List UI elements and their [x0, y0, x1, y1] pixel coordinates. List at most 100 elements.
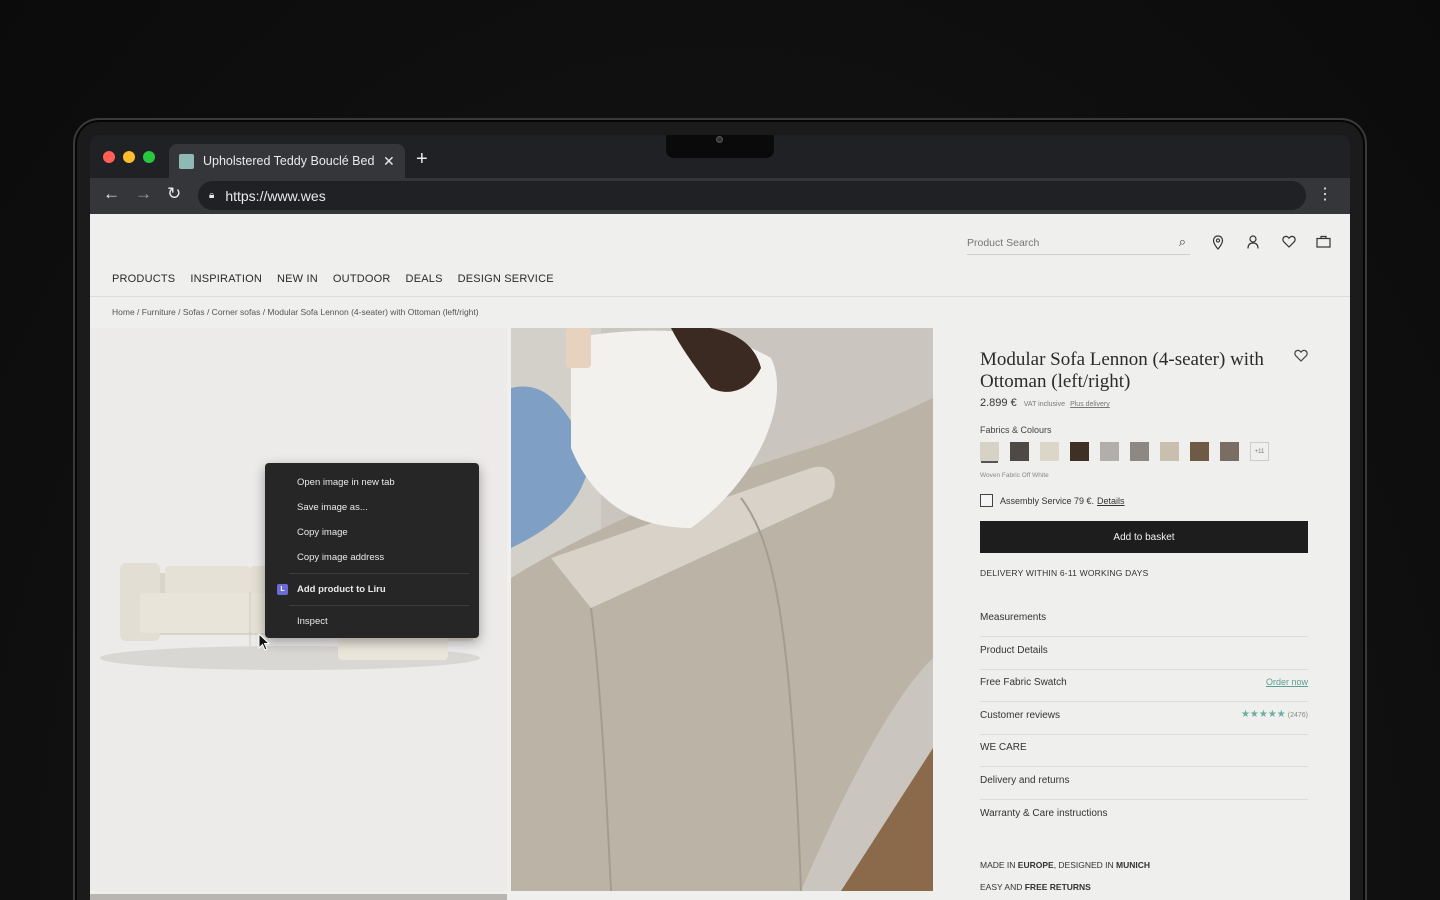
- browser-tab[interactable]: Upholstered Teddy Bouclé Bed ✕: [169, 144, 405, 178]
- browser-window: Upholstered Teddy Bouclé Bed ✕ + ← → ↻ 🔒…: [90, 135, 1350, 900]
- breadcrumb[interactable]: Home / Furniture / Sofas / Corner sofas …: [112, 307, 479, 317]
- star-icons: ★★★★★: [1240, 709, 1286, 720]
- search-icon[interactable]: ⌕: [1179, 234, 1186, 250]
- product-image-thumbnail[interactable]: [90, 894, 507, 900]
- made-in-region: EUROPE: [1017, 860, 1054, 870]
- wishlist-icon[interactable]: [1282, 235, 1296, 248]
- address-bar[interactable]: 🔒︎ https://www.wes: [198, 181, 1306, 210]
- header-divider: [90, 296, 1350, 297]
- accordion-label: Product Details: [980, 645, 1048, 656]
- basket-icon[interactable]: [1316, 235, 1331, 248]
- fabric-swatch[interactable]: [1160, 442, 1179, 461]
- vat-note: VAT inclusive: [1023, 401, 1066, 408]
- search-input[interactable]: [967, 233, 1157, 253]
- nav-new-in[interactable]: NEW IN: [277, 273, 318, 285]
- tab-title: Upholstered Teddy Bouclé Bed: [203, 154, 375, 168]
- menu-inspect[interactable]: Inspect: [265, 609, 479, 634]
- designed-in-city: MUNICH: [1116, 860, 1151, 870]
- product-title: Modular Sofa Lennon (4-seater) with Otto…: [980, 349, 1264, 392]
- free-returns-text: FREE RETURNS: [1024, 882, 1091, 892]
- fabric-swatch[interactable]: [1070, 442, 1089, 461]
- menu-separator: [289, 573, 469, 574]
- fabric-swatches: +11: [980, 442, 1269, 461]
- nav-products[interactable]: PRODUCTS: [112, 273, 175, 285]
- selected-fabric-name: Woven Fabric Off White: [980, 472, 1049, 479]
- review-count: (2476): [1287, 712, 1308, 719]
- price: 2.899 €: [980, 397, 1017, 409]
- accordion-label: Delivery and returns: [980, 775, 1070, 786]
- menu-copy-image-address[interactable]: Copy image address: [265, 545, 479, 570]
- nav-inspiration[interactable]: INSPIRATION: [190, 273, 262, 285]
- designed-in-text: , DESIGNED IN: [1053, 860, 1117, 870]
- assembly-service-option: Assembly Service 79 €. Details: [980, 494, 1125, 507]
- more-swatches-button[interactable]: +11: [1250, 442, 1269, 461]
- nav-deals[interactable]: DEALS: [406, 273, 443, 285]
- product-image-main[interactable]: Open image in new tab Save image as... C…: [90, 328, 507, 891]
- context-menu: Open image in new tab Save image as... C…: [265, 463, 479, 638]
- add-to-basket-button[interactable]: Add to basket: [980, 521, 1308, 553]
- assembly-label: Assembly Service 79 €.: [1000, 495, 1095, 506]
- accordion-label: Free Fabric Swatch: [980, 677, 1067, 688]
- product-wishlist-icon[interactable]: [1294, 349, 1308, 362]
- rating-stars: ★★★★★ (2476): [1241, 709, 1308, 720]
- menu-save-image-as[interactable]: Save image as...: [265, 495, 479, 520]
- accordion-label: Customer reviews: [980, 710, 1061, 721]
- returns-note: EASY AND FREE RETURNS: [980, 882, 1091, 892]
- accordion-label: Measurements: [980, 612, 1047, 623]
- back-icon[interactable]: ←: [103, 184, 120, 204]
- assembly-details-link[interactable]: Details: [1097, 496, 1125, 506]
- menu-add-product-to-liru[interactable]: L Add product to Liru: [265, 577, 479, 602]
- fabric-swatch[interactable]: [1010, 442, 1029, 461]
- favicon-icon: [179, 153, 194, 169]
- accordion-delivery-returns[interactable]: Delivery and returns: [980, 768, 1308, 800]
- menu-separator: [289, 605, 469, 606]
- easy-returns-text: EASY AND: [980, 882, 1025, 892]
- browser-toolbar: ← → ↻ 🔒︎ https://www.wes ⋮: [90, 178, 1350, 214]
- product-search: ⌕: [967, 233, 1190, 255]
- fabric-swatch[interactable]: [980, 442, 999, 461]
- minimize-window-button[interactable]: [123, 151, 135, 163]
- accordion-warranty[interactable]: Warranty & Care instructions: [980, 801, 1308, 833]
- close-tab-icon[interactable]: ✕: [383, 153, 395, 170]
- fabric-swatch[interactable]: [1100, 442, 1119, 461]
- assembly-checkbox[interactable]: [980, 494, 993, 507]
- price-line: 2.899 € VAT inclusive Plus delivery: [980, 397, 1110, 409]
- user-icon[interactable]: [1247, 235, 1259, 249]
- menu-open-image-new-tab[interactable]: Open image in new tab: [265, 470, 479, 495]
- menu-copy-image[interactable]: Copy image: [265, 520, 479, 545]
- accordion-product-details[interactable]: Product Details: [980, 638, 1308, 670]
- location-pin-icon[interactable]: [1212, 235, 1224, 250]
- fabric-swatch[interactable]: [1040, 442, 1059, 461]
- liru-extension-icon: L: [277, 584, 288, 595]
- accordion-label: Warranty & Care instructions: [980, 808, 1108, 819]
- made-in-note: MADE IN EUROPE, DESIGNED IN MUNICH: [980, 860, 1150, 870]
- main-navigation: PRODUCTS INSPIRATION NEW IN OUTDOOR DEAL…: [112, 273, 554, 285]
- order-now-link[interactable]: Order now: [1266, 677, 1308, 687]
- nav-design-service[interactable]: DESIGN SERVICE: [458, 273, 554, 285]
- fabric-swatch[interactable]: [1190, 442, 1209, 461]
- forward-icon[interactable]: →: [135, 184, 152, 204]
- accordion-free-fabric-swatch[interactable]: Free Fabric Swatch Order now: [980, 670, 1308, 702]
- camera-icon: [716, 136, 723, 143]
- accordion-we-care[interactable]: WE CARE: [980, 735, 1308, 767]
- web-page: ⌕ PRODUCTS INSPIRATION NEW IN OUTDOOR DE…: [90, 214, 1350, 900]
- plus-delivery-link[interactable]: Plus delivery: [1070, 401, 1110, 408]
- lock-icon: 🔒︎: [209, 190, 215, 201]
- reload-icon[interactable]: ↻: [167, 184, 181, 204]
- maximize-window-button[interactable]: [143, 151, 155, 163]
- fabric-swatch[interactable]: [1130, 442, 1149, 461]
- browser-menu-icon[interactable]: ⋮: [1317, 184, 1333, 204]
- lifestyle-photo: [511, 328, 933, 891]
- accordion-label: WE CARE: [980, 742, 1027, 753]
- product-image-lifestyle[interactable]: [511, 328, 933, 891]
- new-tab-icon[interactable]: +: [416, 148, 428, 171]
- url-text: https://www.wes: [225, 187, 326, 204]
- camera-notch: [666, 135, 774, 158]
- close-window-button[interactable]: [103, 151, 115, 163]
- nav-outdoor[interactable]: OUTDOOR: [333, 273, 391, 285]
- accordion-customer-reviews[interactable]: Customer reviews ★★★★★ (2476): [980, 703, 1308, 735]
- made-in-text: MADE IN: [980, 860, 1018, 870]
- accordion-measurements[interactable]: Measurements: [980, 605, 1308, 637]
- fabric-swatch[interactable]: [1220, 442, 1239, 461]
- delivery-info: DELIVERY WITHIN 6-11 WORKING DAYS: [980, 568, 1149, 578]
